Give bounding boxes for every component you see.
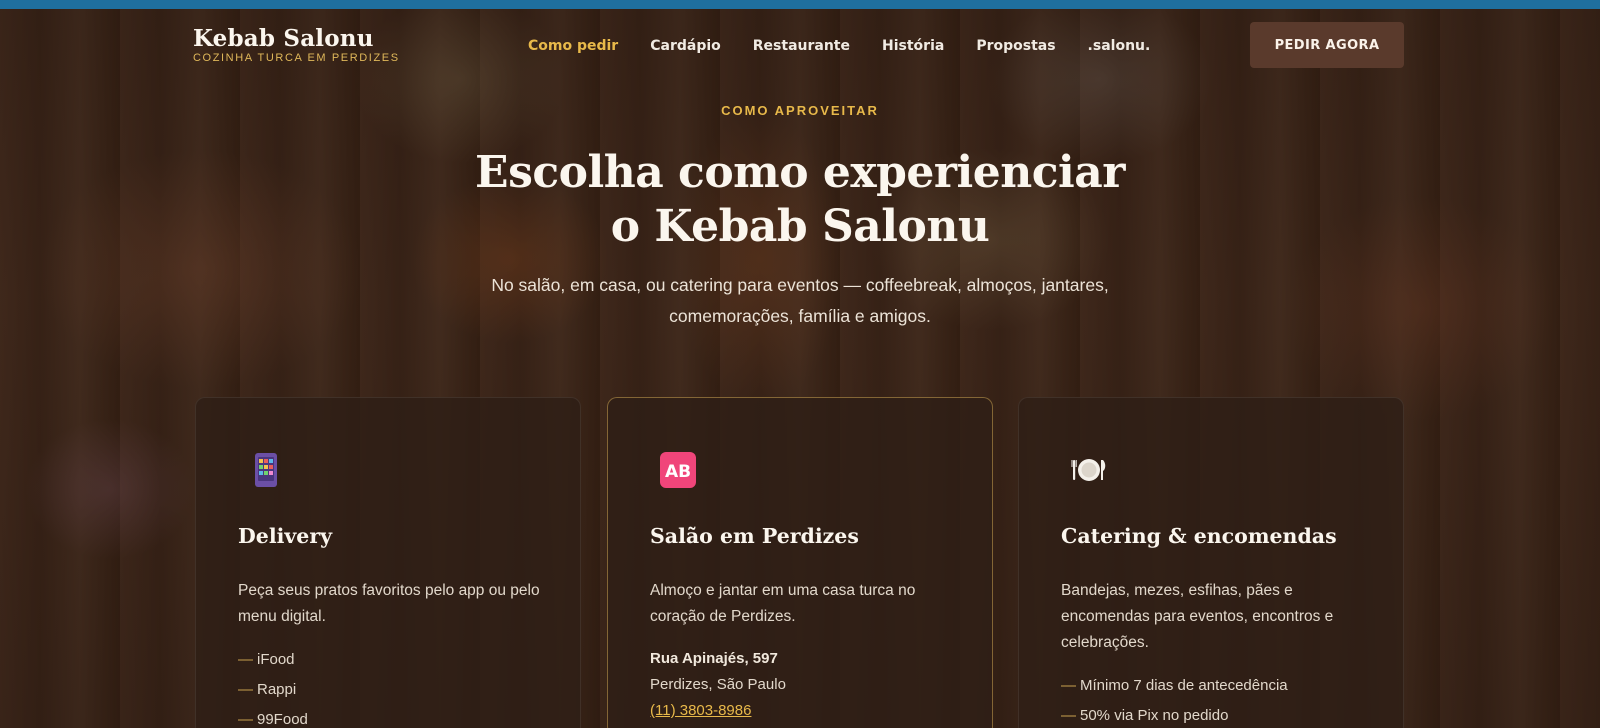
brand-tagline: COZINHA TURCA EM PERDIZES bbox=[193, 52, 400, 64]
card-title: Catering & encomendas bbox=[1061, 524, 1337, 548]
delivery-app-list: — iFood — Rappi —99Food bbox=[238, 645, 558, 728]
order-now-button[interactable]: PEDIR AGORA bbox=[1250, 22, 1404, 68]
dash-icon: — bbox=[1061, 707, 1076, 724]
nav-cardapio[interactable]: Cardápio bbox=[650, 36, 721, 56]
card-description: Bandejas, mezes, esfihas, pães e encomen… bbox=[1061, 582, 1334, 651]
list-item: — Mínimo 7 dias de antecedência bbox=[1061, 671, 1381, 701]
card-description: Peça seus pratos favoritos pelo app ou p… bbox=[238, 582, 540, 625]
dash-icon: — bbox=[238, 651, 253, 668]
hero-subtitle-line1: No salão, em casa, ou catering para even… bbox=[491, 275, 1109, 295]
list-item-label: 99Food bbox=[257, 711, 308, 728]
dash-icon: — bbox=[1061, 677, 1076, 694]
list-item-label: 50% via Pix no pedido bbox=[1080, 707, 1229, 724]
phone-app-icon bbox=[248, 452, 284, 488]
list-item-label: Mínimo 7 dias de antecedência bbox=[1080, 677, 1288, 694]
hero-eyebrow: COMO APROVEITAR bbox=[721, 103, 879, 118]
card-title: Salão em Perdizes bbox=[650, 524, 859, 548]
hero-subtitle-line2: comemorações, família e amigos. bbox=[669, 306, 931, 326]
list-item-label: Rappi bbox=[257, 681, 297, 698]
dash-icon: — bbox=[238, 681, 253, 698]
list-item: —50% via Pix no pedido bbox=[1061, 701, 1381, 728]
hero-title: Escolha como experienciar o Kebab Salonu bbox=[400, 146, 1200, 254]
dine-in-card: AB Salão em Perdizes Almoço e jantar em … bbox=[607, 397, 993, 728]
list-item-label: iFood bbox=[257, 651, 295, 668]
ab-badge-icon: AB bbox=[660, 452, 696, 488]
nav-como-pedir[interactable]: Como pedir bbox=[528, 36, 618, 56]
main-nav: Como pedir Cardápio Restaurante História… bbox=[528, 36, 1150, 56]
card-title: Delivery bbox=[238, 524, 333, 548]
top-accent-strip bbox=[0, 0, 1600, 9]
list-item[interactable]: — iFood bbox=[238, 645, 558, 675]
brand-name: Kebab Salonu bbox=[193, 25, 374, 52]
nav-restaurante[interactable]: Restaurante bbox=[753, 36, 850, 56]
svg-text:AB: AB bbox=[665, 462, 691, 482]
hero-subtitle: No salão, em casa, ou catering para even… bbox=[440, 270, 1160, 332]
nav-salonu[interactable]: .salonu. bbox=[1088, 36, 1151, 56]
address-street: Rua Apinajés, 597 bbox=[650, 650, 778, 667]
catering-conditions-list: — Mínimo 7 dias de antecedência —50% via … bbox=[1061, 671, 1381, 728]
list-item[interactable]: —99Food bbox=[238, 705, 558, 728]
nav-historia[interactable]: História bbox=[882, 36, 944, 56]
restaurant-address: Rua Apinajés, 597 Perdizes, São Paulo (1… bbox=[650, 646, 786, 724]
list-item[interactable]: — Rappi bbox=[238, 675, 558, 705]
plate-cutlery-icon bbox=[1071, 452, 1107, 488]
nav-propostas[interactable]: Propostas bbox=[976, 36, 1055, 56]
dash-icon: — bbox=[238, 711, 253, 728]
phone-link[interactable]: (11) 3803-8986 bbox=[650, 698, 786, 724]
catering-card: Catering & encomendas Bandejas, mezes, e… bbox=[1018, 397, 1404, 728]
card-description: Almoço e jantar em uma casa turca no cor… bbox=[650, 582, 916, 625]
address-city: Perdizes, São Paulo bbox=[650, 676, 786, 693]
brand-logo[interactable]: Kebab Salonu COZINHA TURCA EM PERDIZES bbox=[193, 26, 400, 65]
hero-title-line1: Escolha como experienciar bbox=[475, 147, 1125, 198]
delivery-card: Delivery Peça seus pratos favoritos pelo… bbox=[195, 397, 581, 728]
hero-title-line2: o Kebab Salonu bbox=[610, 201, 990, 252]
